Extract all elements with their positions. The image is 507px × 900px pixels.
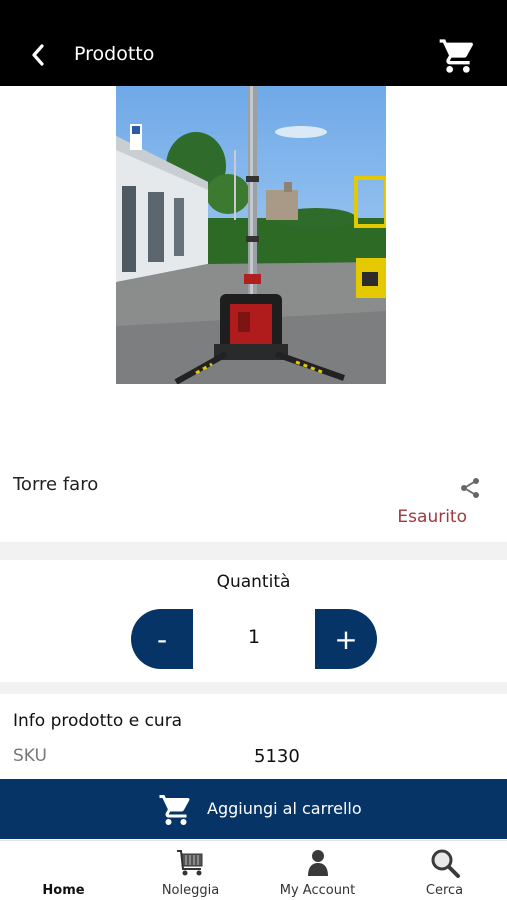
product-image xyxy=(116,86,386,384)
nav-item-label: Noleggia xyxy=(161,883,220,898)
nav-item-label: Cerca xyxy=(425,883,464,898)
nav-item-label: Home xyxy=(42,883,85,898)
bottom-nav: Home Noleggia My Account Cerca xyxy=(0,840,507,900)
info-section-title: Info prodotto e cura xyxy=(13,711,183,731)
nav-item-noleggia[interactable]: Noleggia xyxy=(127,841,254,900)
share-icon xyxy=(461,478,479,498)
quantity-label: Quantità xyxy=(216,572,291,592)
increase-quantity-button[interactable]: + xyxy=(315,609,377,669)
product-name: Torre faro xyxy=(13,474,99,495)
add-to-cart-button[interactable]: Aggiungi al carrello xyxy=(0,779,507,839)
app-header: Prodotto xyxy=(0,0,507,86)
section-divider xyxy=(0,542,507,560)
share-button[interactable] xyxy=(458,476,482,500)
sku-value: 5130 xyxy=(254,746,300,767)
back-button[interactable] xyxy=(26,40,50,70)
nav-item-cerca[interactable]: Cerca xyxy=(381,841,507,900)
chevron-left-icon xyxy=(32,44,44,66)
sku-label: SKU xyxy=(13,746,47,766)
user-icon xyxy=(307,850,328,876)
cart-icon xyxy=(439,39,474,73)
nav-item-label: My Account xyxy=(279,883,356,898)
cart-button[interactable] xyxy=(438,36,478,76)
add-to-cart-label: Aggiungi al carrello xyxy=(207,799,362,818)
nav-item-home[interactable]: Home xyxy=(0,841,127,900)
section-divider xyxy=(0,682,507,694)
search-icon xyxy=(431,849,460,878)
decrease-quantity-button[interactable]: - xyxy=(131,609,193,669)
availability-status: Esaurito xyxy=(397,507,467,527)
quantity-value[interactable]: 1 xyxy=(193,626,315,648)
page-title: Prodotto xyxy=(74,43,155,65)
cart-icon xyxy=(176,850,202,876)
nav-item-my-account[interactable]: My Account xyxy=(254,841,381,900)
cart-icon xyxy=(159,795,190,825)
